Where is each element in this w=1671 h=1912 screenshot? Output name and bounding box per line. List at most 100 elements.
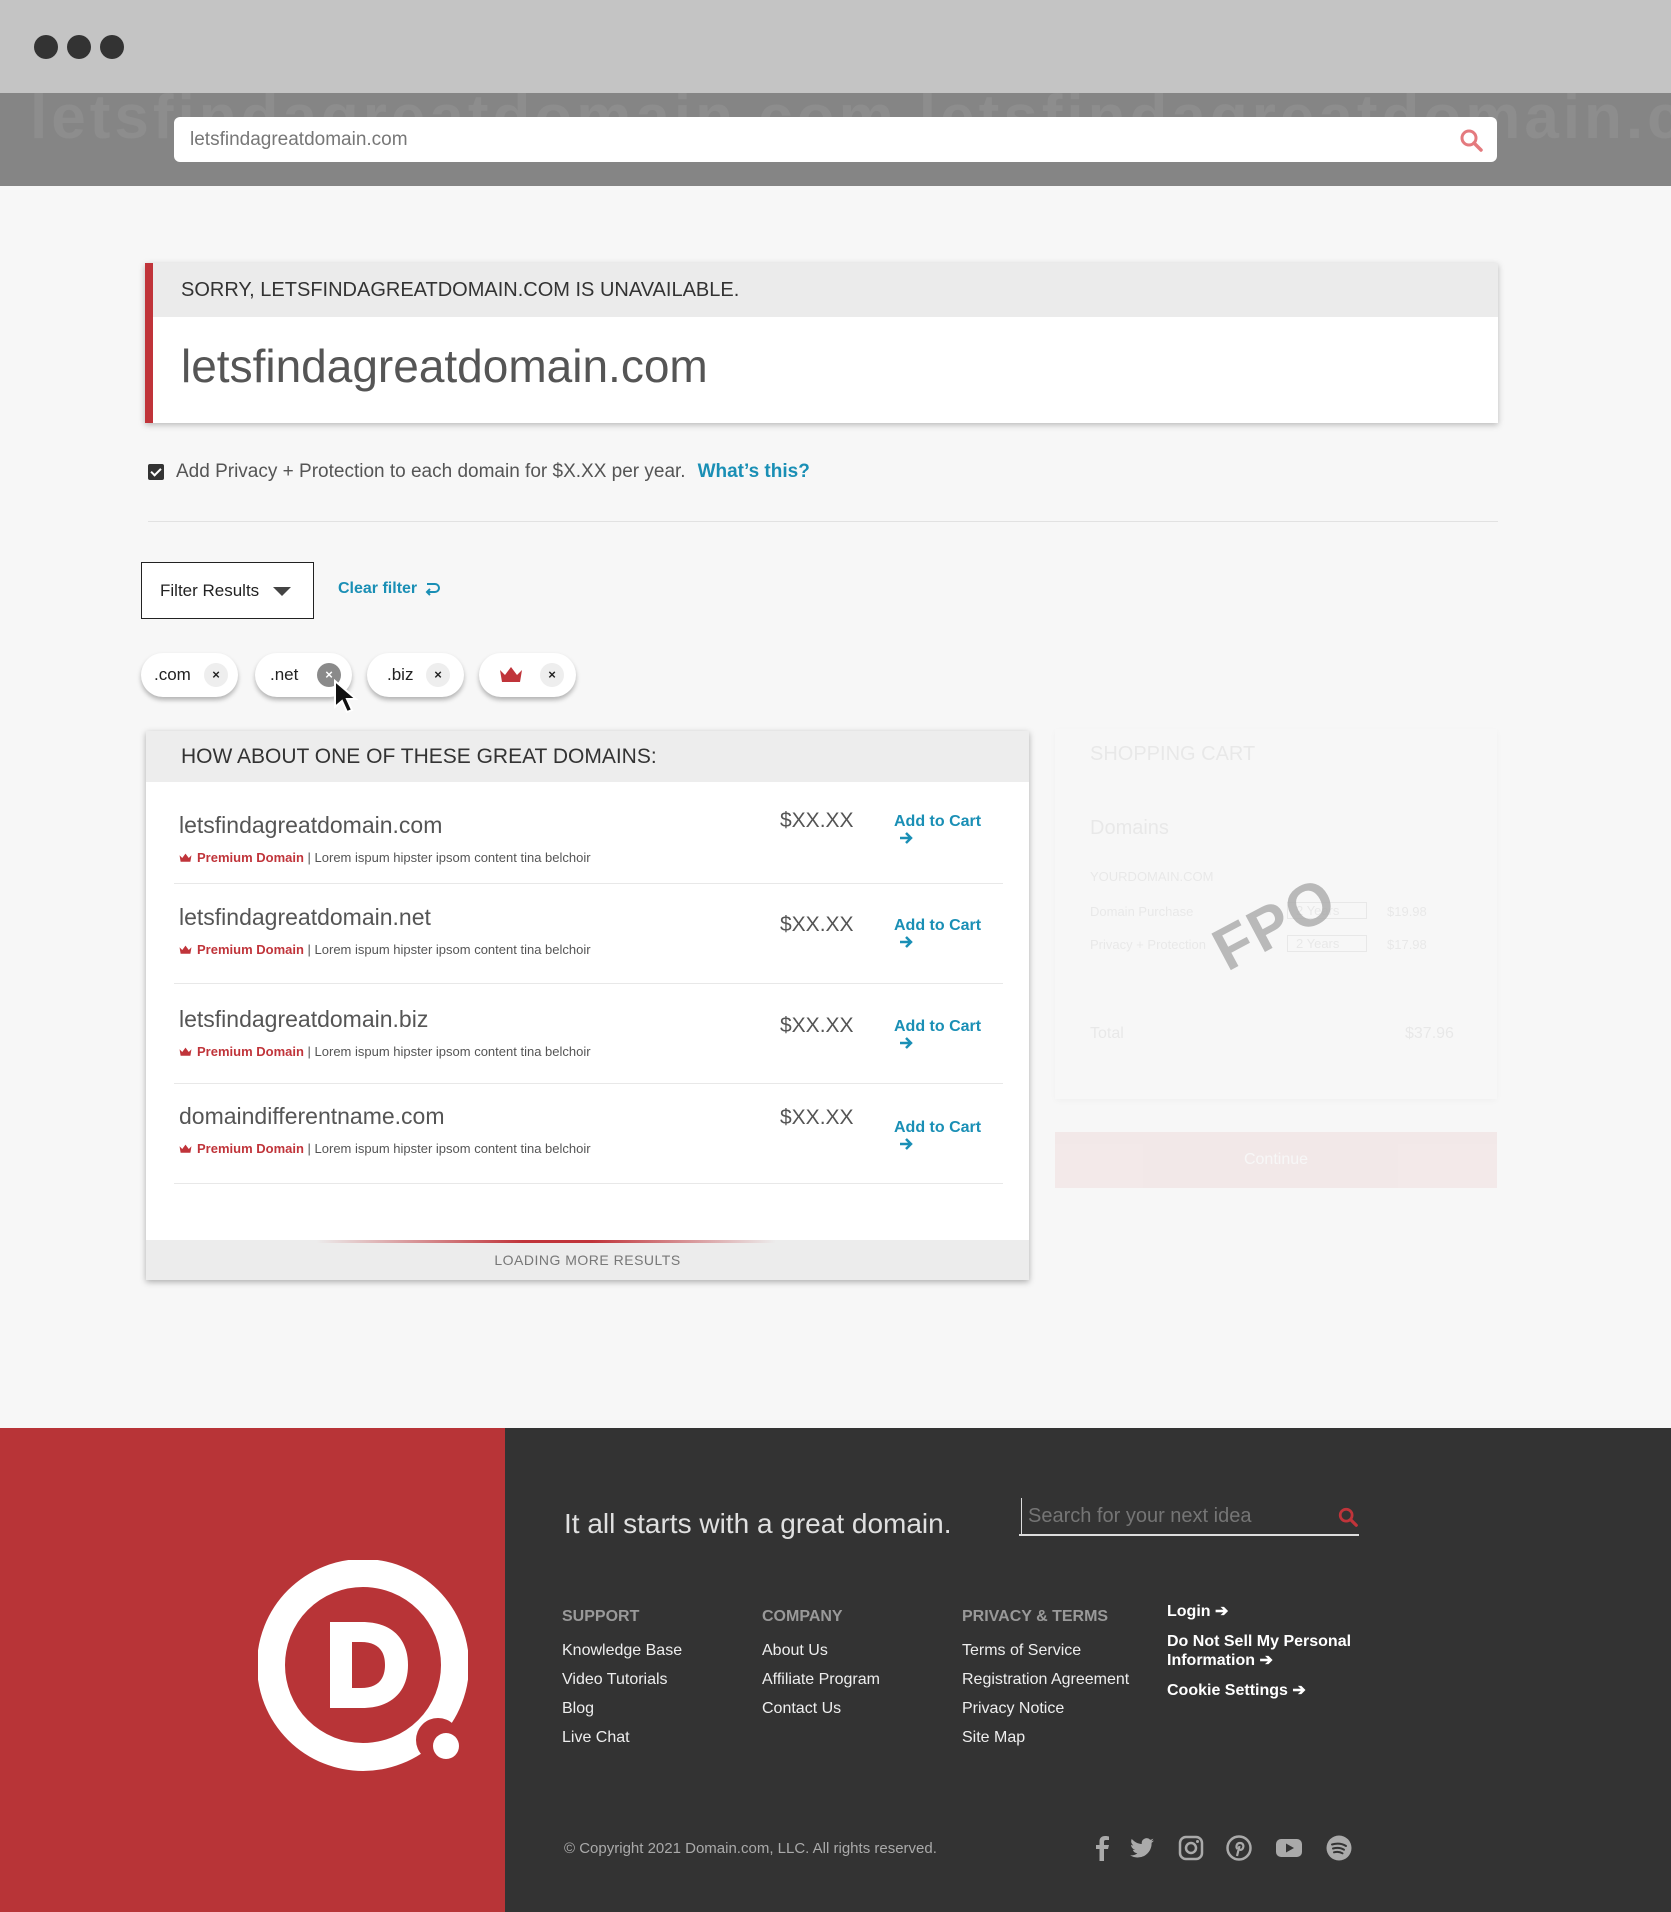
chip-label: .biz xyxy=(387,665,414,684)
loading-text: LOADING MORE RESULTS xyxy=(494,1252,681,1268)
youtube-icon[interactable] xyxy=(1275,1834,1303,1862)
footer-link[interactable]: Video Tutorials xyxy=(562,1665,682,1694)
mouse-cursor-icon xyxy=(334,679,359,714)
whats-this-link[interactable]: What’s this? xyxy=(698,461,810,483)
remove-chip-close-icon[interactable]: × xyxy=(426,663,450,687)
add-to-cart-label: Add to Cart xyxy=(894,917,982,934)
crown-icon xyxy=(179,1047,192,1056)
footer: It all starts with a great domain. SUPPO… xyxy=(505,1428,1671,1912)
searched-domain: letsfindagreatdomain.com xyxy=(181,340,708,392)
pinterest-icon[interactable] xyxy=(1225,1834,1253,1862)
footer-link[interactable]: Contact Us xyxy=(762,1694,880,1723)
premium-badge: Premium Domain xyxy=(197,1141,304,1156)
cart-line-label: Privacy + Protection xyxy=(1090,937,1206,952)
clear-filter-link[interactable]: Clear filter xyxy=(338,580,441,598)
do-not-sell-link[interactable]: Do Not Sell My Personal Information ➔ xyxy=(1167,1632,1377,1670)
window-titlebar xyxy=(0,0,1671,93)
loading-indicator: LOADING MORE RESULTS xyxy=(146,1240,1029,1280)
remove-chip-close-icon[interactable]: × xyxy=(204,663,228,687)
footer-link[interactable]: Affiliate Program xyxy=(762,1665,880,1694)
privacy-text: Add Privacy + Protection to each domain … xyxy=(176,461,686,482)
search-bar-region: letsfindagreatdomain.com letsfindagreatd… xyxy=(0,93,1671,186)
result-domain[interactable]: letsfindagreatdomain.net xyxy=(179,904,431,931)
domain-result-row: letsfindagreatdomain.biz Premium Domain … xyxy=(174,984,1003,1084)
privacy-checkbox[interactable] xyxy=(148,464,164,480)
filter-chip-premium: × xyxy=(479,653,576,697)
cart-line-price: $17.98 xyxy=(1387,937,1427,952)
add-to-cart-button[interactable]: Add to Cart xyxy=(894,813,1003,849)
result-domain[interactable]: domaindifferentname.com xyxy=(179,1103,445,1130)
footer-link[interactable]: Registration Agreement xyxy=(962,1665,1129,1694)
result-domain[interactable]: letsfindagreatdomain.com xyxy=(179,812,442,839)
footer-account-links: Login ➔ Do Not Sell My Personal Informat… xyxy=(1167,1602,1377,1711)
notice-header: SORRY, LETSFINDAGREATDOMAIN.COM IS UNAVA… xyxy=(153,263,1498,317)
footer-link[interactable]: Blog xyxy=(562,1694,682,1723)
search-icon[interactable] xyxy=(1337,1506,1359,1528)
filter-label: Filter Results xyxy=(160,581,260,600)
cookie-settings-link[interactable]: Cookie Settings ➔ xyxy=(1167,1681,1377,1700)
footer-link[interactable]: About Us xyxy=(762,1636,880,1665)
footer-search-input[interactable] xyxy=(1021,1498,1321,1534)
domain-result-row: domaindifferentname.com Premium Domain |… xyxy=(174,1084,1003,1184)
login-link[interactable]: Login ➔ xyxy=(1167,1602,1377,1621)
arrow-right-icon xyxy=(900,1037,913,1049)
arrow-right-icon xyxy=(900,936,913,948)
footer-link[interactable]: Knowledge Base xyxy=(562,1636,682,1665)
search-icon[interactable] xyxy=(1459,128,1483,152)
result-price: $XX.XX xyxy=(780,1014,854,1037)
footer-brand-panel xyxy=(0,1428,505,1912)
premium-badge: Premium Domain xyxy=(197,850,304,865)
search-input[interactable] xyxy=(190,117,1440,162)
privacy-option: Add Privacy + Protection to each domain … xyxy=(148,461,810,483)
filter-results-dropdown[interactable]: Filter Results xyxy=(141,562,314,619)
cart-section: Domains xyxy=(1090,817,1169,839)
crown-icon xyxy=(500,667,522,682)
add-to-cart-label: Add to Cart xyxy=(894,813,982,830)
cart-line-label: Domain Purchase xyxy=(1090,904,1194,919)
spotify-icon[interactable] xyxy=(1325,1834,1353,1862)
column-heading: COMPANY xyxy=(762,1608,843,1625)
result-price: $XX.XX xyxy=(780,913,854,936)
copyright: © Copyright 2021 Domain.com, LLC. All ri… xyxy=(564,1840,937,1857)
divider xyxy=(148,521,1498,522)
add-to-cart-button[interactable]: Add to Cart xyxy=(894,1018,1003,1054)
domain-result-row: letsfindagreatdomain.com Premium Domain … xyxy=(174,784,1003,884)
arrow-right-icon xyxy=(900,1138,913,1150)
window-control-dot[interactable] xyxy=(100,35,124,59)
loading-progress-bar xyxy=(316,1240,776,1243)
remove-chip-close-icon[interactable]: × xyxy=(540,663,564,687)
footer-support-column: SUPPORT Knowledge Base Video Tutorials B… xyxy=(562,1608,682,1752)
twitter-icon[interactable] xyxy=(1128,1834,1156,1862)
instagram-icon[interactable] xyxy=(1177,1834,1205,1862)
window-control-dot[interactable] xyxy=(34,35,58,59)
result-price: $XX.XX xyxy=(780,809,854,832)
footer-link[interactable]: Live Chat xyxy=(562,1723,682,1752)
domain-logo[interactable] xyxy=(258,1560,468,1775)
continue-button[interactable]: Continue xyxy=(1055,1132,1497,1188)
column-heading: SUPPORT xyxy=(562,1608,640,1625)
footer-search xyxy=(1019,1498,1359,1536)
result-domain[interactable]: letsfindagreatdomain.biz xyxy=(179,1006,428,1033)
premium-badge: Premium Domain xyxy=(197,942,304,957)
result-description: | Lorem ispum hipster ipsom content tina… xyxy=(307,1141,591,1156)
cart-line-price: $19.98 xyxy=(1387,904,1427,919)
footer-link[interactable]: Site Map xyxy=(962,1723,1129,1752)
crown-icon xyxy=(179,1144,192,1153)
add-to-cart-label: Add to Cart xyxy=(894,1018,982,1035)
suggested-domains-panel: HOW ABOUT ONE OF THESE GREAT DOMAINS: le… xyxy=(146,731,1029,1280)
footer-company-column: COMPANY About Us Affiliate Program Conta… xyxy=(762,1608,880,1723)
footer-link[interactable]: Terms of Service xyxy=(962,1636,1129,1665)
premium-badge: Premium Domain xyxy=(197,1044,304,1059)
add-to-cart-button[interactable]: Add to Cart xyxy=(894,917,1003,953)
window-control-dot[interactable] xyxy=(67,35,91,59)
result-price: $XX.XX xyxy=(780,1106,854,1129)
facebook-icon[interactable] xyxy=(1088,1834,1116,1862)
result-description: | Lorem ispum hipster ipsom content tina… xyxy=(307,942,591,957)
caret-down-icon xyxy=(273,587,291,596)
unavailable-notice: SORRY, LETSFINDAGREATDOMAIN.COM IS UNAVA… xyxy=(145,263,1498,423)
result-meta: Premium Domain | Lorem ispum hipster ips… xyxy=(179,942,591,957)
suggestions-header: HOW ABOUT ONE OF THESE GREAT DOMAINS: xyxy=(146,731,1029,782)
add-to-cart-button[interactable]: Add to Cart xyxy=(894,1119,1003,1155)
footer-link[interactable]: Privacy Notice xyxy=(962,1694,1129,1723)
crown-icon xyxy=(179,945,192,954)
